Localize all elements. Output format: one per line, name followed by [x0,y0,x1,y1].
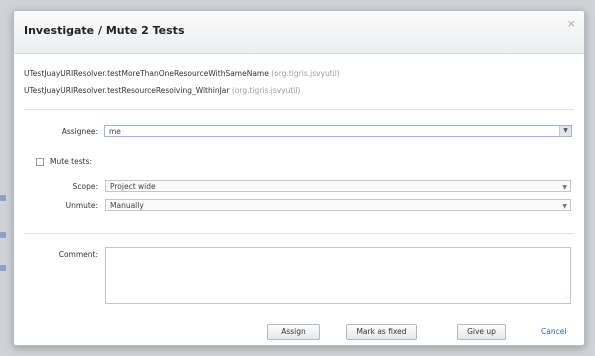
dialog-titlebar: Investigate / Mute 2 Tests × [14,11,584,54]
test-package: (org.tigris.jsvyutil) [271,69,340,78]
test-item: UTestJuayURIResolver.testResourceResolvi… [24,86,300,95]
close-icon[interactable]: × [567,17,576,30]
scope-value: Project wide [110,182,156,191]
background-marker [0,232,6,238]
assign-button[interactable]: Assign [267,324,320,340]
chevron-down-icon[interactable]: ▼ [559,126,571,136]
mark-as-fixed-button[interactable]: Mark as fixed [346,324,417,340]
cancel-link[interactable]: Cancel [541,327,566,336]
dialog-title: Investigate / Mute 2 Tests [24,24,185,37]
unmute-select[interactable]: Manually ▼ [105,199,571,211]
chevron-down-icon: ▼ [562,184,567,191]
mute-tests-checkbox[interactable] [36,158,44,166]
assignee-value: me [109,127,121,136]
mute-tests-label[interactable]: Mute tests: [50,157,92,166]
scope-label: Scope: [72,182,98,191]
chevron-down-icon: ▼ [562,203,567,210]
background-marker [0,195,6,201]
resize-grip-icon[interactable]: ⋰ [562,295,568,302]
divider [24,109,574,110]
test-name: UTestJuayURIResolver.testMoreThanOneReso… [24,69,269,78]
test-name: UTestJuayURIResolver.testResourceResolvi… [24,86,230,95]
investigate-dialog: Investigate / Mute 2 Tests × UTestJuayUR… [13,10,585,346]
scope-select[interactable]: Project wide ▼ [105,180,571,192]
divider [24,233,574,234]
test-item: UTestJuayURIResolver.testMoreThanOneReso… [24,69,340,78]
give-up-button[interactable]: Give up [457,324,506,340]
unmute-value: Manually [110,201,144,210]
unmute-label: Unmute: [65,201,98,210]
comment-label: Comment: [58,250,98,259]
assignee-label: Assignee: [61,127,98,136]
assignee-select[interactable]: me ▼ [104,125,572,137]
test-package: (org.tigris.jsvyutil) [231,86,301,95]
comment-textarea[interactable]: ⋰ [105,247,571,304]
background-marker [0,265,6,271]
